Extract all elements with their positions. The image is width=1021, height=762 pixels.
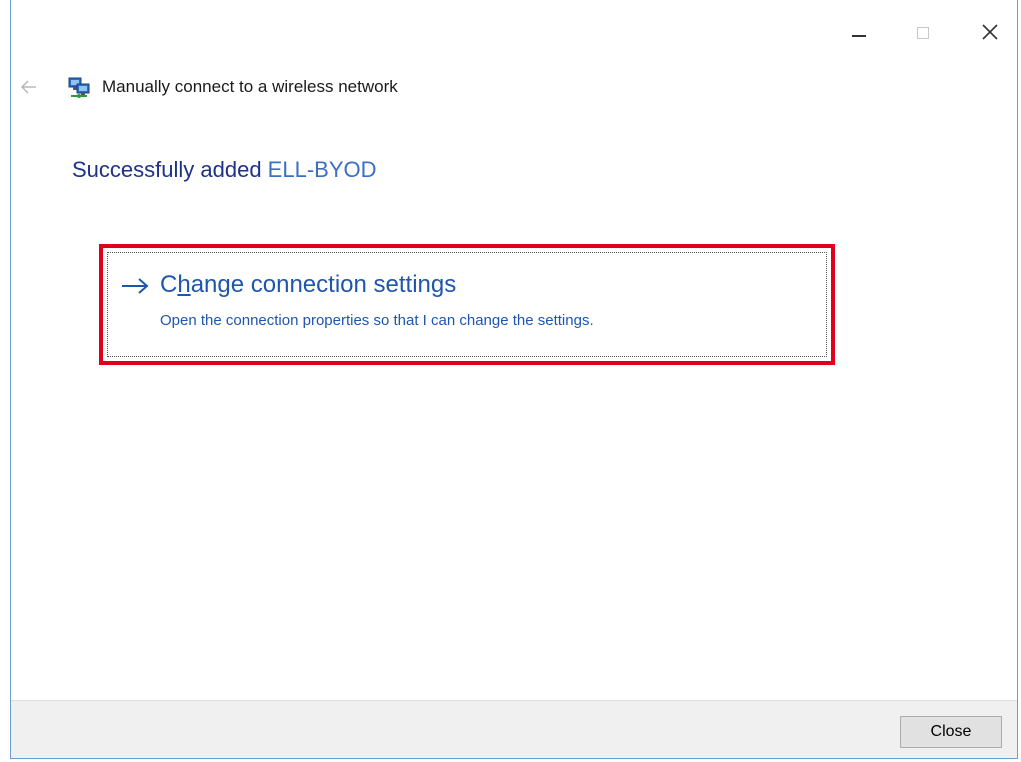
maximize-icon — [917, 27, 929, 39]
accelerator-key: h — [177, 271, 191, 298]
command-link-description: Open the connection properties so that I… — [160, 312, 594, 329]
command-link-title-start: C — [160, 271, 178, 298]
success-heading: Successfully added ELL-BYOD — [72, 157, 377, 183]
wizard-title: Manually connect to a wireless network — [102, 77, 398, 96]
close-icon — [982, 24, 998, 40]
command-link-title-rest: ange connection settings — [190, 271, 457, 298]
wizard-window: Manually connect to a wireless network S… — [10, 0, 1018, 759]
right-arrow-icon — [122, 278, 149, 294]
wireless-network-icon — [68, 77, 90, 98]
back-arrow-icon[interactable] — [21, 80, 37, 94]
wizard-footer: Close — [11, 700, 1017, 758]
close-button[interactable]: Close — [900, 716, 1002, 748]
wizard-nav-bar: Manually connect to a wireless network — [11, 68, 711, 108]
maximize-button[interactable] — [901, 0, 973, 64]
command-link-title: Change connection settings — [160, 271, 456, 299]
success-heading-text: Successfully added — [72, 157, 268, 182]
network-name: ELL-BYOD — [267, 157, 377, 182]
minimize-icon — [852, 35, 866, 37]
close-window-button[interactable] — [973, 0, 1017, 64]
change-connection-settings-link[interactable]: Change connection settings Open the conn… — [107, 252, 827, 357]
title-bar-controls — [829, 0, 1017, 64]
minimize-button[interactable] — [829, 0, 901, 64]
